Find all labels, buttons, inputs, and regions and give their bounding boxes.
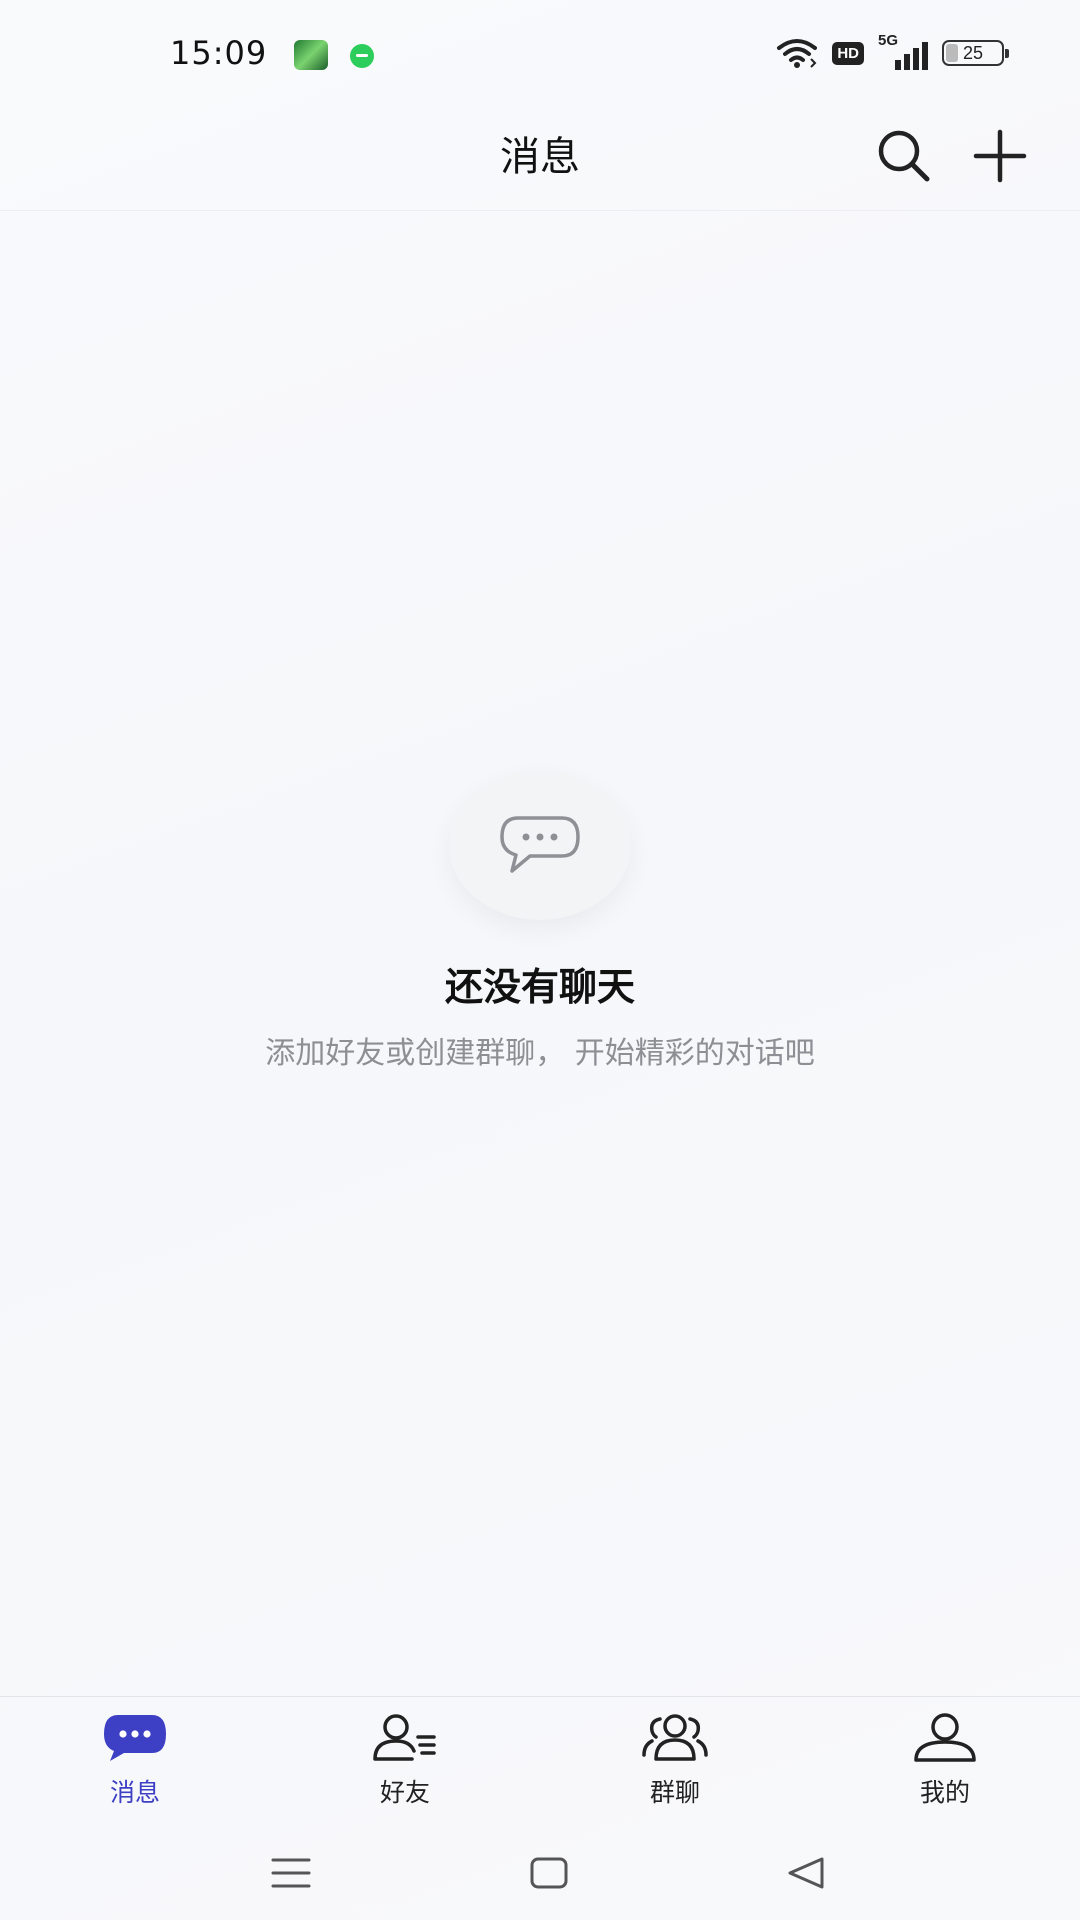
recent-apps-button[interactable] <box>261 1850 321 1896</box>
chat-bubble-icon <box>104 1715 166 1761</box>
bottom-nav: 消息 好友 群聊 我的 <box>0 1696 1080 1821</box>
battery-icon: 25 <box>942 40 1009 66</box>
app-header: 消息 <box>0 100 1080 211</box>
menu-icon <box>271 1858 311 1888</box>
search-icon <box>878 130 930 182</box>
profile-icon <box>914 1713 976 1762</box>
group-icon <box>642 1714 708 1761</box>
empty-state-title: 还没有聊天 <box>444 965 635 1009</box>
signal-icon: 5G <box>878 32 928 70</box>
messages-screen: 15:09 HD 5G 25 消息 还没有聊天 添加好友或创建群聊， 开始精彩的… <box>0 0 1080 1920</box>
status-time: 15:09 <box>170 34 268 72</box>
hd-badge: HD <box>832 41 864 65</box>
wifi-icon <box>777 39 818 68</box>
nav-item-groups[interactable]: 群聊 <box>540 1697 810 1821</box>
search-button[interactable] <box>868 120 940 192</box>
chat-bubble-icon <box>500 816 580 873</box>
nav-label: 好友 <box>379 1778 430 1807</box>
plus-icon <box>973 129 1027 183</box>
empty-state-illustration <box>449 770 631 920</box>
nav-label: 我的 <box>919 1778 970 1807</box>
battery-level: 25 <box>962 42 984 63</box>
back-button[interactable] <box>776 1850 836 1896</box>
status-bar: 15:09 HD 5G 25 <box>0 0 1080 100</box>
friends-icon <box>373 1714 436 1761</box>
nav-item-profile[interactable]: 我的 <box>810 1697 1080 1821</box>
nav-label: 消息 <box>109 1778 160 1807</box>
add-button[interactable] <box>964 120 1036 192</box>
nav-item-messages[interactable]: 消息 <box>0 1697 270 1821</box>
home-square-icon <box>530 1857 568 1889</box>
back-triangle-icon <box>788 1857 824 1889</box>
app-notification-icon <box>294 40 328 70</box>
system-nav-bar <box>0 1820 1080 1920</box>
nav-label: 群聊 <box>649 1778 700 1807</box>
home-button[interactable] <box>519 1850 579 1896</box>
status-indicators: HD 5G 25 <box>776 32 1009 70</box>
nav-item-friends[interactable]: 好友 <box>270 1697 540 1821</box>
message-notification-icon <box>350 44 374 68</box>
empty-state-subtitle: 添加好友或创建群聊， 开始精彩的对话吧 <box>265 1036 815 1071</box>
